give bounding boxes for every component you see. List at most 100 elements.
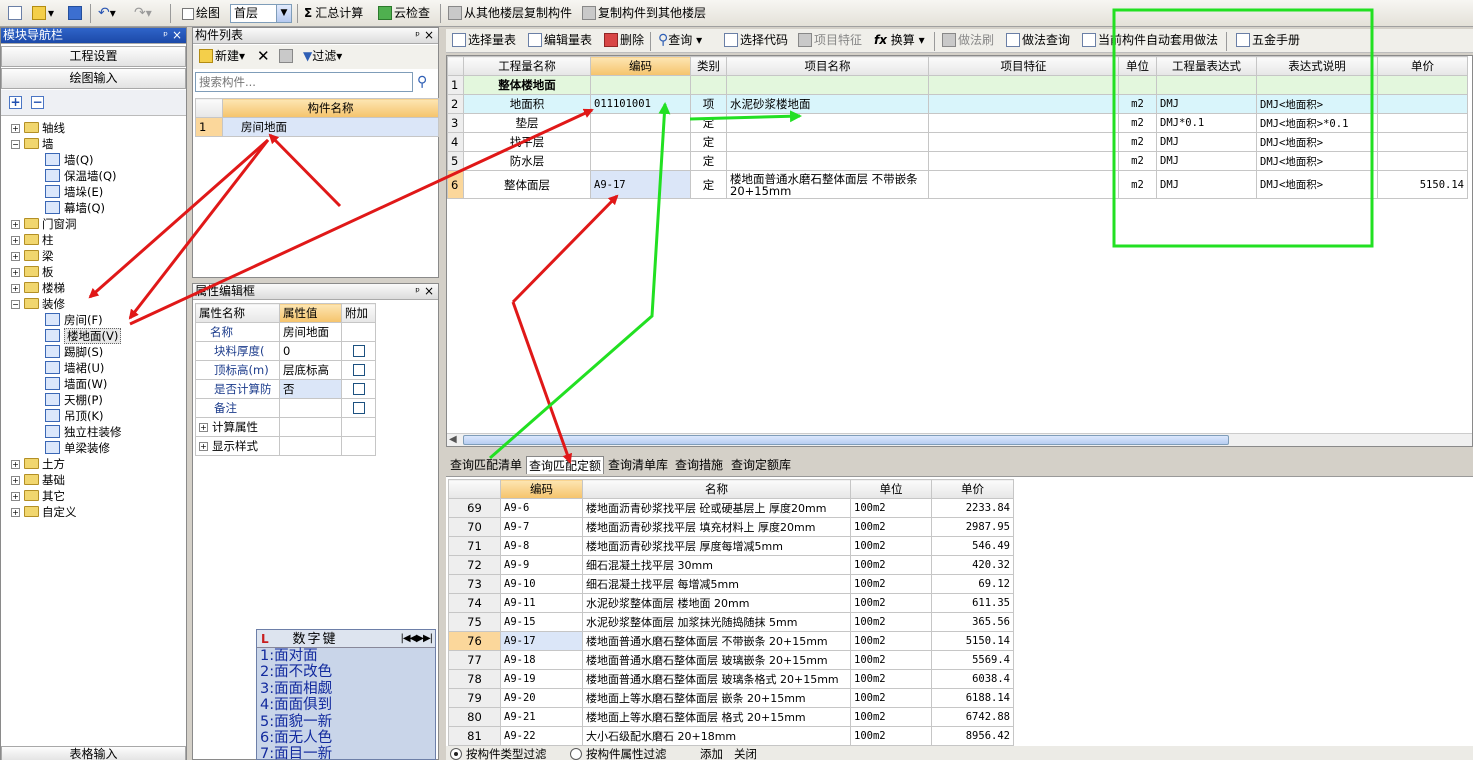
cell-unit[interactable]: 100m2 <box>850 555 932 575</box>
cell-code[interactable] <box>590 113 691 133</box>
save-button[interactable] <box>66 4 86 23</box>
expand-icon[interactable]: + <box>11 220 20 229</box>
numkey-option[interactable]: 7:面目一新 <box>257 746 435 760</box>
tree-item[interactable]: + 门窗洞 <box>11 216 77 232</box>
cell-price[interactable] <box>1377 75 1468 95</box>
cell-name[interactable]: 整体面层 <box>463 170 591 199</box>
hardware-manual-button[interactable]: 五金手册 <box>1234 31 1302 50</box>
method-brush-button[interactable]: 做法刷 <box>940 31 996 50</box>
tree-item[interactable]: 墙垛(E) <box>45 184 103 200</box>
column-header[interactable]: 单价 <box>931 479 1014 499</box>
column-header[interactable]: 工程量名称 <box>463 56 591 76</box>
cell-code[interactable]: A9-11 <box>500 593 583 613</box>
numkey-option[interactable]: 3:面面相觑 <box>257 681 435 697</box>
table-row[interactable]: 71 A9-8 楼地面沥青砂浆找平层 厚度每增减5mm 100m2 546.49 <box>448 536 1014 556</box>
cell-unit[interactable]: 100m2 <box>850 498 932 518</box>
cell-price[interactable]: 546.49 <box>931 536 1014 556</box>
property-value[interactable]: 层底标高 <box>279 360 342 380</box>
column-header[interactable]: 表达式说明 <box>1256 56 1378 76</box>
pin-icon[interactable]: ᵖ <box>415 28 420 43</box>
property-row[interactable]: 块料厚度(0 <box>195 341 376 361</box>
convert-button[interactable]: fx 换算 ▾ <box>872 31 927 50</box>
tab-bill-library[interactable]: 查询清单库 <box>606 456 670 474</box>
column-header[interactable]: 单位 <box>1118 56 1157 76</box>
table-row[interactable]: 2 地面积 011101001 项水泥砂浆楼地面 m2 DMJ DMJ<地面积> <box>447 94 1468 114</box>
property-addon[interactable] <box>341 322 376 342</box>
copy-component-button[interactable] <box>277 47 297 66</box>
property-value[interactable]: 否 <box>279 379 342 399</box>
cell-unit[interactable]: 100m2 <box>850 707 932 727</box>
pin-icon[interactable]: ᵖ <box>163 28 168 43</box>
cell-feature[interactable] <box>928 113 1119 133</box>
pager-icon[interactable]: |◀◀▶▶| <box>401 630 433 648</box>
draw-button[interactable]: 绘图 <box>180 4 222 23</box>
cell-item[interactable] <box>726 132 929 152</box>
tree-item[interactable]: 保温墙(Q) <box>45 168 117 184</box>
cell-name[interactable]: 地面积 <box>463 94 591 114</box>
tree-item[interactable]: + 板 <box>11 264 54 280</box>
tree-item[interactable]: + 自定义 <box>11 504 77 520</box>
cell-expr[interactable]: DMJ <box>1156 132 1257 152</box>
cell-code[interactable]: 011101001 <box>590 94 691 114</box>
property-value[interactable] <box>279 398 342 418</box>
table-row[interactable]: 75 A9-15 水泥砂浆整体面层 加浆抹光随捣随抹 5mm 100m2 365.56 <box>448 612 1014 632</box>
cell-name[interactable]: 楼地面普通水磨石整体面层 不带嵌条 20+15mm <box>582 631 851 651</box>
cell-type[interactable]: 定 <box>690 113 727 133</box>
cell-type[interactable]: 定 <box>690 151 727 171</box>
table-row[interactable]: 77 A9-18 楼地面普通水磨石整体面层 玻璃嵌条 20+15mm 100m2 556… <box>448 650 1014 670</box>
cell-price[interactable]: 5150.14 <box>931 631 1014 651</box>
cell-feature[interactable] <box>928 132 1119 152</box>
property-row[interactable]: 名称 房间地面 <box>195 322 376 342</box>
tree-item[interactable]: 房间(F) <box>45 312 103 328</box>
table-row[interactable]: 81 A9-22 大小石级配水磨石 20+18mm 100m2 8956.42 <box>448 726 1014 746</box>
expand-icon[interactable]: + <box>11 124 20 133</box>
cell-price[interactable] <box>1377 94 1468 114</box>
cell-code[interactable]: A9-17 <box>590 170 691 199</box>
tree-item[interactable]: + 轴线 <box>11 120 65 136</box>
cell-price[interactable]: 2987.95 <box>931 517 1014 537</box>
component-name-cell[interactable]: 房间地面 <box>222 117 439 137</box>
cell-name[interactable]: 水泥砂浆整体面层 楼地面 20mm <box>582 593 851 613</box>
cell-code[interactable]: A9-6 <box>500 498 583 518</box>
column-header[interactable]: 编码 <box>500 479 583 499</box>
cell-code[interactable]: A9-15 <box>500 612 583 632</box>
copy-to-floor-button[interactable]: 复制构件到其他楼层 <box>580 4 708 23</box>
auto-apply-method-button[interactable]: 当前构件自动套用做法 <box>1080 31 1220 50</box>
cell-item[interactable]: 楼地面普通水磨石整体面层 不带嵌条 20+15mm <box>726 170 929 199</box>
cell-code[interactable] <box>590 151 691 171</box>
cell-code[interactable]: A9-21 <box>500 707 583 727</box>
cell-item[interactable] <box>726 113 929 133</box>
expand-all-icon[interactable]: + <box>9 96 22 109</box>
column-header[interactable]: 项目特征 <box>928 56 1119 76</box>
tab-match-bill[interactable]: 查询匹配清单 <box>448 456 524 474</box>
cell-unit[interactable]: m2 <box>1118 113 1157 133</box>
cell-unit[interactable]: m2 <box>1118 151 1157 171</box>
cell-feature[interactable] <box>928 151 1119 171</box>
expand-icon[interactable]: + <box>11 252 20 261</box>
cell-item[interactable] <box>726 75 929 95</box>
cell-name[interactable]: 细石混凝土找平层 30mm <box>582 555 851 575</box>
cell-price[interactable]: 420.32 <box>931 555 1014 575</box>
property-group[interactable]: + 显示样式 <box>195 436 376 456</box>
item-feature-button[interactable]: 项目特征 <box>796 31 864 50</box>
cell-code[interactable]: A9-18 <box>500 650 583 670</box>
filter-button[interactable]: ▼过滤▾ <box>301 47 344 66</box>
collapse-all-icon[interactable]: − <box>31 96 44 109</box>
close-icon[interactable]: × <box>424 28 434 43</box>
checkbox[interactable] <box>352 402 365 414</box>
table-row[interactable]: 73 A9-10 细石混凝土找平层 每增减5mm 100m2 69.12 <box>448 574 1014 594</box>
property-row[interactable]: 备注 <box>195 398 376 418</box>
tree-item[interactable]: 幕墙(Q) <box>45 200 105 216</box>
table-row[interactable]: 76 A9-17 楼地面普通水磨石整体面层 不带嵌条 20+15mm 100m2 515… <box>448 631 1014 651</box>
cloud-check-button[interactable]: 云检查 <box>376 4 432 23</box>
draw-input-button[interactable]: 绘图输入 <box>1 68 186 89</box>
scroll-left-icon[interactable]: ◀ <box>449 434 457 445</box>
cell-price[interactable]: 365.56 <box>931 612 1014 632</box>
tree-item[interactable]: − 墙 <box>11 136 54 152</box>
cell-price[interactable]: 6038.4 <box>931 669 1014 689</box>
numkey-option[interactable]: 5:面貌一新 <box>257 714 435 730</box>
table-row[interactable]: 6 整体面层 A9-17 定楼地面普通水磨石整体面层 不带嵌条 20+15mm m2 DM… <box>447 170 1468 199</box>
property-row[interactable]: 顶标高(m) 层底标高 <box>195 360 376 380</box>
component-search-input[interactable] <box>195 72 413 92</box>
column-header[interactable]: 编码 <box>590 56 691 76</box>
